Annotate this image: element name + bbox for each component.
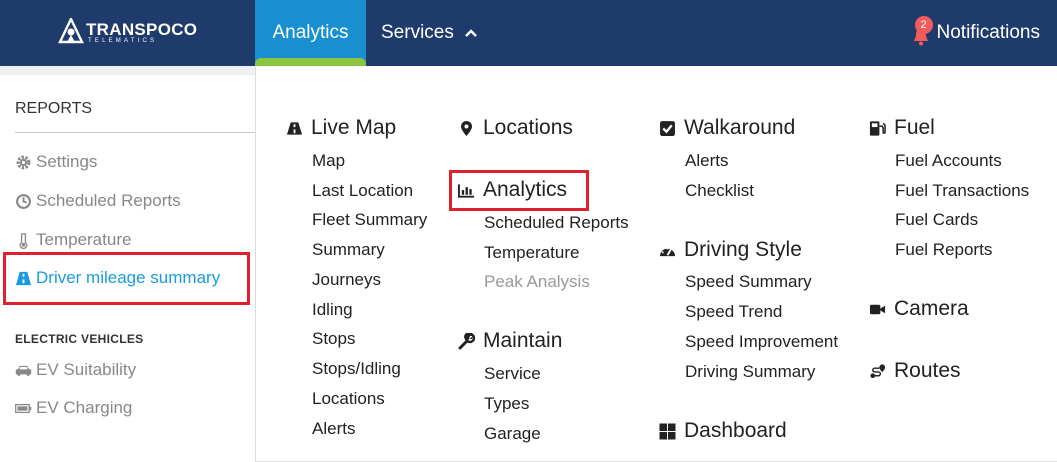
logo-mark-icon (58, 18, 84, 44)
menu-item-fuel-transactions[interactable]: Fuel Transactions (895, 181, 1029, 201)
map-marker-icon (461, 120, 472, 136)
thermometer-icon (19, 232, 28, 249)
battery-icon (15, 403, 32, 413)
menu-heading-fuel[interactable]: Fuel (869, 116, 935, 140)
menu-heading-locations[interactable]: Locations (458, 116, 573, 140)
menu-item-summary[interactable]: Summary (312, 240, 385, 260)
route-icon (870, 363, 886, 378)
sidebar-item-label: Scheduled Reports (36, 191, 181, 210)
menu-heading-maintain[interactable]: Maintain (458, 329, 562, 353)
menu-item-walkaround-alerts[interactable]: Alerts (685, 151, 728, 171)
sidebar-item-temperature[interactable]: Temperature (15, 230, 131, 250)
menu-heading-dashboard[interactable]: Dashboard (659, 419, 787, 443)
menu-item-garage[interactable]: Garage (484, 424, 541, 444)
sidebar-top-strip (0, 66, 255, 75)
sidebar-item-label: EV Suitability (36, 360, 137, 379)
tab-services-label: Services (381, 22, 454, 43)
menu-item-driving-summary[interactable]: Driving Summary (685, 362, 815, 382)
menu-item-locations[interactable]: Locations (312, 389, 385, 409)
menu-heading-driving-style[interactable]: Driving Style (659, 238, 802, 262)
menu-item-last-location[interactable]: Last Location (312, 181, 413, 201)
sidebar-item-ev-charging[interactable]: EV Charging (15, 398, 132, 418)
menu-heading-walkaround[interactable]: Walkaround (659, 116, 795, 140)
transpoco-logo[interactable]: TRANSPOCO TELEMATICS (58, 18, 198, 46)
video-camera-icon (869, 304, 886, 314)
menu-item-map[interactable]: Map (312, 151, 345, 171)
menu-item-alerts[interactable]: Alerts (312, 419, 355, 439)
menu-heading-label: Maintain (483, 329, 563, 352)
menu-heading-camera[interactable]: Camera (869, 297, 969, 321)
menu-item-service[interactable]: Service (484, 364, 541, 384)
menu-item-types[interactable]: Types (484, 394, 529, 414)
menu-item-scheduled-reports[interactable]: Scheduled Reports (484, 213, 629, 233)
menu-item-fuel-accounts[interactable]: Fuel Accounts (895, 151, 1002, 171)
sidebar-item-label: Temperature (36, 230, 132, 249)
menu-item-stops[interactable]: Stops (312, 329, 355, 349)
menu-heading-live-map[interactable]: Live Map (286, 116, 396, 140)
gear-icon (16, 155, 31, 169)
sidebar-item-label: Settings (36, 152, 98, 171)
chevron-up-icon (465, 29, 477, 37)
bell-icon: 2 (911, 16, 933, 46)
menu-heading-label: Locations (483, 116, 573, 139)
clock-icon (16, 193, 31, 209)
menu-heading-label: Dashboard (684, 419, 787, 442)
menu-item-fuel-reports[interactable]: Fuel Reports (895, 240, 992, 260)
menu-item-fleet-summary[interactable]: Fleet Summary (312, 210, 427, 230)
notifications-label: Notifications (936, 22, 1041, 43)
notifications-button[interactable]: 2 Notifications (911, 0, 1041, 66)
fuel-pump-icon (869, 120, 886, 136)
ev-section-heading: ELECTRIC VEHICLES (15, 332, 144, 346)
tab-analytics[interactable]: Analytics (255, 0, 366, 66)
menu-heading-label: Camera (894, 297, 969, 320)
top-navbar: TRANSPOCO TELEMATICS (0, 0, 1057, 66)
highlight-box-driver-mileage (3, 252, 250, 305)
menu-heading-label: Fuel (894, 116, 935, 139)
menu-item-idling[interactable]: Idling (312, 300, 353, 320)
menu-item-stops-idling[interactable]: Stops/Idling (312, 359, 401, 379)
menu-item-fuel-cards[interactable]: Fuel Cards (895, 210, 978, 230)
wrench-icon (458, 332, 475, 349)
road-icon (286, 121, 303, 135)
menu-item-temperature[interactable]: Temperature (484, 243, 579, 263)
menu-heading-label: Live Map (311, 116, 397, 139)
sidebar-heading: REPORTS (15, 100, 93, 117)
tab-analytics-label: Analytics (272, 22, 349, 43)
checkbox-icon (660, 120, 675, 136)
sidebar-item-label: EV Charging (36, 398, 133, 417)
menu-heading-routes[interactable]: Routes (869, 359, 961, 383)
menu-heading-label: Walkaround (684, 116, 796, 139)
sidebar-item-ev-suitability[interactable]: EV Suitability (15, 360, 136, 380)
sidebar-divider (15, 132, 255, 133)
logo-subtext: TELEMATICS (88, 38, 158, 44)
menu-item-speed-trend[interactable]: Speed Trend (685, 302, 782, 322)
notification-count-badge: 2 (914, 16, 933, 34)
menu-item-checklist[interactable]: Checklist (685, 181, 754, 201)
menu-item-speed-summary[interactable]: Speed Summary (685, 272, 812, 292)
menu-heading-label: Routes (894, 359, 961, 382)
car-icon (15, 365, 32, 376)
grid-icon (659, 423, 676, 439)
logo-text: TRANSPOCO (86, 20, 198, 39)
tab-services[interactable]: Services (381, 0, 478, 66)
menu-heading-label: Driving Style (684, 238, 802, 261)
menu-item-peak-analysis[interactable]: Peak Analysis (484, 272, 590, 292)
gauge-icon (659, 247, 676, 256)
menu-item-speed-improvement[interactable]: Speed Improvement (685, 332, 838, 352)
sidebar-item-scheduled-reports[interactable]: Scheduled Reports (15, 191, 181, 211)
highlight-box-analytics (449, 170, 589, 211)
sidebar-item-settings[interactable]: Settings (15, 152, 97, 172)
menu-item-journeys[interactable]: Journeys (312, 270, 381, 290)
